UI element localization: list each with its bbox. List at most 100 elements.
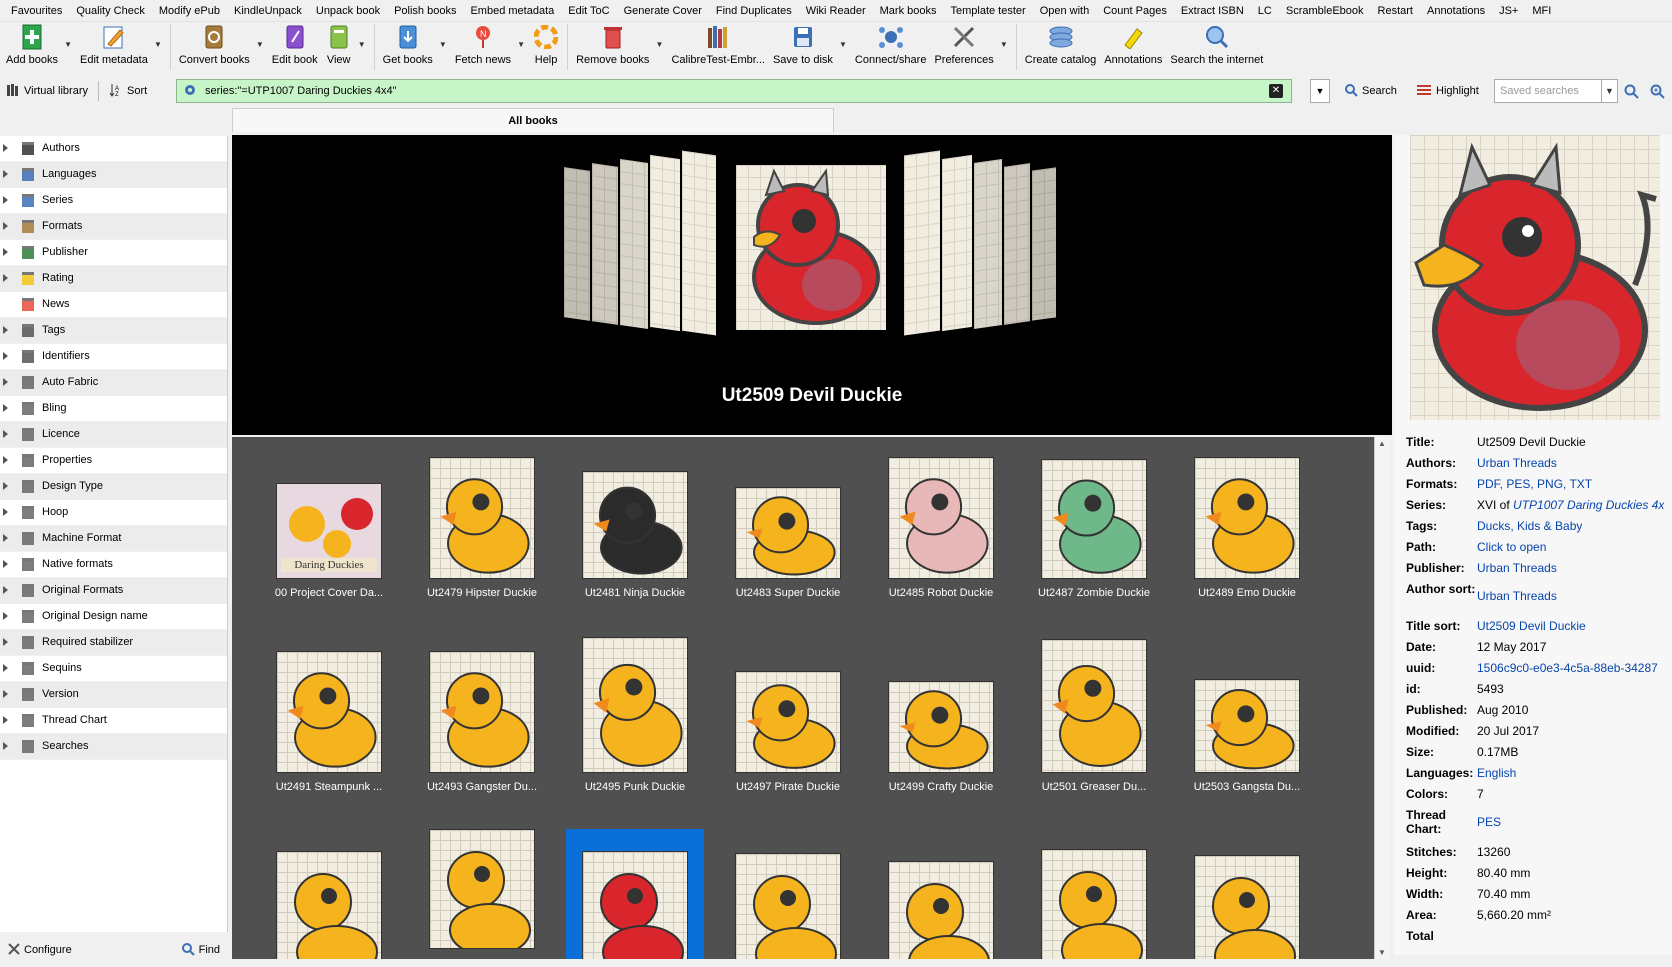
menu-item-count-pages[interactable]: Count Pages: [1096, 5, 1174, 17]
uuid-link[interactable]: 1506c9c0-e0e3-4c5a-88eb-34287: [1477, 658, 1658, 675]
menu-item-mfi[interactable]: MFI: [1525, 5, 1558, 17]
coverflow-card[interactable]: [650, 154, 680, 332]
expand-arrow-icon[interactable]: [3, 742, 8, 750]
book-cover-thumbnail[interactable]: [1041, 459, 1147, 579]
book-cover[interactable]: [1410, 135, 1660, 420]
expand-arrow-icon[interactable]: [3, 482, 8, 490]
book-cover-thumbnail[interactable]: [1194, 679, 1300, 773]
expand-arrow-icon[interactable]: [3, 716, 8, 724]
book-cover-thumbnail[interactable]: [735, 853, 841, 959]
book-cover-thumbnail[interactable]: [276, 651, 382, 773]
menu-item-quality-check[interactable]: Quality Check: [69, 5, 151, 17]
menu-item-mark-books[interactable]: Mark books: [873, 5, 944, 17]
menu-item-template-tester[interactable]: Template tester: [943, 5, 1032, 17]
save-to-disk-dropdown-icon[interactable]: ▼: [839, 40, 847, 49]
expand-arrow-icon[interactable]: [3, 560, 8, 568]
coverflow-card[interactable]: [974, 159, 1002, 329]
path-link[interactable]: Click to open: [1477, 537, 1546, 554]
sidebar-item-native-formats[interactable]: Native formats: [0, 552, 227, 578]
title-sort-link[interactable]: Ut2509 Devil Duckie: [1477, 616, 1586, 633]
book-cover-thumbnail[interactable]: [429, 651, 535, 773]
book-tile[interactable]: Ut2495 Punk Duckie: [560, 633, 710, 793]
book-cover-thumbnail[interactable]: [582, 637, 688, 773]
menu-item-favourites[interactable]: Favourites: [4, 5, 69, 17]
remove-books-button[interactable]: Remove books ▼: [572, 22, 663, 72]
sidebar-item-licence[interactable]: Licence: [0, 422, 227, 448]
formats-link[interactable]: PDF, PES, PNG, TXT: [1477, 474, 1592, 491]
language-link[interactable]: English: [1477, 763, 1516, 780]
menu-item-restart[interactable]: Restart: [1371, 5, 1420, 17]
expand-arrow-icon[interactable]: [3, 170, 8, 178]
book-tile[interactable]: Daring Duckies 00 Project Cover Da...: [254, 439, 404, 599]
configure-button[interactable]: Configure: [8, 942, 72, 958]
thread-chart-link[interactable]: PES: [1477, 805, 1501, 829]
book-cover-thumbnail[interactable]: [276, 851, 382, 959]
view-button[interactable]: View ▼: [322, 22, 366, 72]
book-tile[interactable]: Ut2499 Crafty Duckie: [866, 633, 1016, 793]
save-to-disk-button[interactable]: Save to disk ▼: [769, 22, 847, 72]
help-button[interactable]: Help: [529, 22, 563, 72]
sidebar-item-version[interactable]: Version: [0, 682, 227, 708]
expand-arrow-icon[interactable]: [3, 378, 8, 386]
tags-link[interactable]: Ducks, Kids & Baby: [1477, 516, 1582, 533]
cover-browser[interactable]: Ut2509 Devil Duckie: [232, 135, 1392, 435]
coverflow-card[interactable]: [942, 154, 972, 332]
coverflow-card[interactable]: [620, 159, 648, 329]
fetch-news-dropdown-icon[interactable]: ▼: [517, 40, 525, 49]
coverflow-card[interactable]: [904, 150, 940, 336]
menu-item-edit-toc[interactable]: Edit ToC: [561, 5, 616, 17]
menu-item-kindleunpack[interactable]: KindleUnpack: [227, 5, 309, 17]
book-tile[interactable]: Ut2497 Pirate Duckie: [713, 633, 863, 793]
book-tile[interactable]: Ut2487 Zombie Duckie: [1019, 439, 1169, 599]
search-saved-icon[interactable]: [1624, 84, 1640, 103]
book-cover-thumbnail[interactable]: [429, 829, 535, 949]
get-books-dropdown-icon[interactable]: ▼: [439, 40, 447, 49]
sidebar-item-thread-chart[interactable]: Thread Chart: [0, 708, 227, 734]
expand-arrow-icon[interactable]: [3, 690, 8, 698]
virtual-library-button[interactable]: Virtual library: [0, 79, 94, 103]
coverflow-current-cover[interactable]: [736, 165, 886, 330]
convert-books-button[interactable]: Convert books ▼: [175, 22, 264, 72]
book-tile[interactable]: Ut2479 Hipster Duckie: [407, 439, 557, 599]
book-cover-thumbnail[interactable]: [735, 671, 841, 773]
search-history-dropdown[interactable]: ▼: [1310, 79, 1330, 103]
expand-arrow-icon[interactable]: [3, 144, 8, 152]
zoom-search-icon[interactable]: [1650, 84, 1666, 103]
highlight-toggle[interactable]: Highlight: [1410, 79, 1485, 103]
saved-searches-select[interactable]: Saved searches ▼: [1494, 79, 1618, 103]
book-tile[interactable]: Ut2483 Super Duckie: [713, 439, 863, 599]
book-cover-thumbnail[interactable]: [1041, 849, 1147, 959]
create-catalog-button[interactable]: Create catalog: [1021, 22, 1101, 72]
sidebar-item-original-formats[interactable]: Original Formats: [0, 578, 227, 604]
expand-arrow-icon[interactable]: [3, 222, 8, 230]
expand-arrow-icon[interactable]: [3, 586, 8, 594]
add-books-button[interactable]: Add books ▼: [2, 22, 72, 72]
scroll-down-icon[interactable]: ▼: [1378, 948, 1386, 957]
menu-item-generate-cover[interactable]: Generate Cover: [617, 5, 709, 17]
find-button[interactable]: Find: [181, 942, 220, 959]
series-link[interactable]: UTP1007 Daring Duckies 4x: [1513, 498, 1664, 512]
sidebar-item-required-stabilizer[interactable]: Required stabilizer: [0, 630, 227, 656]
coverflow-card[interactable]: [564, 167, 590, 321]
expand-arrow-icon[interactable]: [3, 404, 8, 412]
expand-arrow-icon[interactable]: [3, 456, 8, 464]
clear-search-icon[interactable]: ✕: [1269, 84, 1283, 98]
publisher-link[interactable]: Urban Threads: [1477, 558, 1557, 575]
sidebar-item-tags[interactable]: Tags: [0, 318, 227, 344]
sidebar-item-series[interactable]: Series: [0, 188, 227, 214]
menu-item-embed-metadata[interactable]: Embed metadata: [463, 5, 561, 17]
book-cover-thumbnail[interactable]: [582, 851, 688, 959]
add-books-dropdown-icon[interactable]: ▼: [64, 40, 72, 49]
menu-item-open-with[interactable]: Open with: [1033, 5, 1097, 17]
book-cover-thumbnail[interactable]: [888, 861, 994, 959]
expand-arrow-icon[interactable]: [3, 664, 8, 672]
expand-arrow-icon[interactable]: [3, 534, 8, 542]
menu-item-polish-books[interactable]: Polish books: [387, 5, 463, 17]
search-button[interactable]: Search: [1338, 79, 1403, 103]
grid-scrollbar[interactable]: ▲ ▼: [1374, 437, 1390, 959]
connect-share-button[interactable]: Connect/share: [851, 22, 931, 72]
expand-arrow-icon[interactable]: [3, 326, 8, 334]
sidebar-item-bling[interactable]: Bling: [0, 396, 227, 422]
coverflow-card[interactable]: [592, 163, 618, 325]
convert-books-dropdown-icon[interactable]: ▼: [256, 40, 264, 49]
